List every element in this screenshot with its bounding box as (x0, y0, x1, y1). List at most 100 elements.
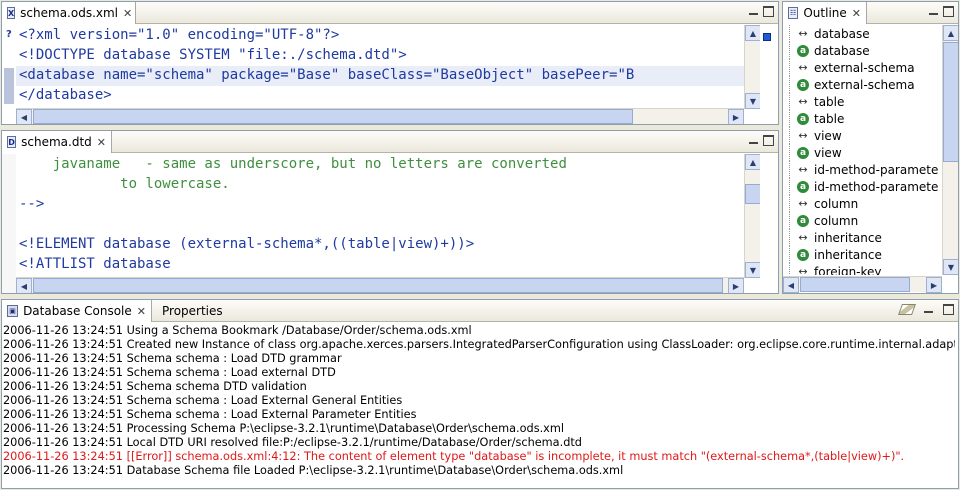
outline-item[interactable]: a column (783, 212, 940, 229)
scroll-down-arrow-icon[interactable]: ▼ (745, 93, 761, 109)
outline-item[interactable]: ↔ external-schema (783, 59, 940, 76)
console-line: 2006-11-26 13:24:51 Schema schema : Load… (3, 408, 417, 421)
clear-console-icon[interactable] (897, 304, 917, 315)
element-icon: ↔ (798, 163, 808, 176)
dtd-horizontal-scrollbar[interactable]: ◀ ▶ (16, 277, 744, 293)
tab-schema-ods-xml[interactable]: X schema.ods.xml ✕ (2, 2, 136, 24)
outline-item[interactable]: ↔ table (783, 93, 940, 110)
horizontal-scroll-thumb[interactable] (33, 109, 633, 124)
scroll-down-arrow-icon[interactable]: ▼ (745, 262, 761, 278)
close-icon[interactable]: ✕ (137, 305, 146, 318)
minimize-icon[interactable] (929, 8, 938, 15)
xml-editor-pane: X schema.ods.xml ✕ ? <?xml version="1.0"… (1, 1, 779, 125)
code-line[interactable]: <!DOCTYPE database SYSTEM "file:./schema… (19, 45, 744, 65)
console-line: 2006-11-26 13:24:51 Using a Schema Bookm… (3, 324, 472, 337)
console-line: 2006-11-26 13:24:51 Schema schema DTD va… (3, 380, 307, 393)
element-icon: ↔ (798, 27, 808, 40)
outline-item[interactable]: a table (783, 110, 940, 127)
scroll-left-arrow-icon[interactable]: ◀ (16, 109, 32, 124)
outline-horizontal-scrollbar[interactable]: ◀ ▶ (783, 276, 942, 293)
outline-item[interactable]: ↔ view (783, 127, 940, 144)
console-tabbar: ▣ Database Console ✕ Properties (2, 300, 958, 322)
attribute-icon: a (797, 146, 809, 159)
xml-vertical-scrollbar[interactable]: ▲ ▼ (744, 25, 761, 109)
scroll-right-arrow-icon[interactable]: ▶ (728, 278, 744, 293)
vertical-scroll-thumb[interactable] (745, 184, 761, 204)
window-controls (897, 304, 954, 315)
window-controls (929, 6, 954, 17)
outline-item[interactable]: a database (783, 42, 940, 59)
scroll-right-arrow-icon[interactable]: ▶ (728, 109, 744, 124)
dtd-vertical-scrollbar[interactable]: ▲ ▼ (744, 154, 761, 278)
code-line[interactable]: <database name="schema" package="Base" b… (19, 65, 744, 85)
code-line[interactable]: </database> (19, 85, 744, 105)
outline-item-label: database (814, 43, 870, 58)
tab-label: Database Console (23, 304, 132, 318)
console-line: 2006-11-26 13:24:51 Schema schema : Load… (3, 394, 403, 407)
outline-item[interactable]: a id-method-paramete (783, 178, 940, 195)
tab-properties[interactable]: Properties (157, 300, 228, 322)
outline-item[interactable]: a view (783, 144, 940, 161)
outline-item-label: inheritance (814, 247, 882, 262)
scroll-left-arrow-icon[interactable]: ◀ (783, 277, 799, 293)
dtd-editor-tabbar: D schema.dtd ✕ (2, 131, 778, 153)
outline-item-label: table (814, 94, 845, 109)
code-line[interactable]: --> (19, 194, 744, 214)
code-line[interactable]: <!ATTLIST database (19, 254, 744, 274)
outline-item[interactable]: a inheritance (783, 246, 940, 263)
scroll-up-arrow-icon[interactable]: ▲ (943, 25, 958, 41)
minimize-icon[interactable] (749, 137, 758, 144)
code-line[interactable]: to lowercase. (19, 174, 744, 194)
close-icon[interactable]: ✕ (852, 7, 861, 20)
code-line[interactable] (19, 214, 744, 234)
tab-label: schema.dtd (21, 135, 92, 149)
maximize-icon[interactable] (763, 135, 774, 146)
dtd-editor-pane: D schema.dtd ✕ javaname - same as unders… (1, 130, 779, 294)
xml-editor-tabbar: X schema.ods.xml ✕ (2, 2, 778, 24)
code-line[interactable]: javaname - same as underscore, but no le… (19, 154, 744, 174)
outline-pane: ☷ Outline ✕ ↔ database a database ↔ external-… (782, 1, 959, 294)
minimize-icon[interactable] (924, 306, 933, 313)
outline-vertical-scrollbar[interactable]: ▲ ▼ (942, 25, 958, 275)
close-icon[interactable]: ✕ (123, 7, 132, 20)
outline-item-label: database (814, 26, 870, 41)
scroll-right-arrow-icon[interactable]: ▶ (926, 277, 942, 293)
outline-item-label: inheritance (814, 230, 882, 245)
scroll-up-arrow-icon[interactable]: ▲ (745, 25, 761, 41)
console-line: 2006-11-26 13:24:51 Local DTD URI resolv… (3, 436, 582, 449)
outline-item[interactable]: ↔ foreign-key (783, 263, 940, 275)
overview-marker[interactable] (763, 33, 771, 41)
close-icon[interactable]: ✕ (97, 136, 106, 149)
xml-horizontal-scrollbar[interactable]: ◀ ▶ (16, 108, 744, 124)
outline-item[interactable]: ↔ id-method-paramete (783, 161, 940, 178)
xml-code-area[interactable]: <?xml version="1.0" encoding="UTF-8"?> <!… (19, 25, 744, 105)
element-icon: ↔ (798, 129, 808, 142)
outline-item[interactable]: ↔ column (783, 195, 940, 212)
tab-outline[interactable]: ☷ Outline ✕ (783, 2, 867, 24)
tab-schema-dtd[interactable]: D schema.dtd ✕ (2, 131, 112, 153)
attribute-icon: a (797, 248, 809, 261)
horizontal-scroll-thumb[interactable] (800, 277, 910, 292)
tab-label: schema.ods.xml (20, 6, 119, 20)
scroll-up-arrow-icon[interactable]: ▲ (745, 154, 761, 170)
vertical-scroll-thumb[interactable] (943, 42, 958, 162)
outline-item-label: table (814, 111, 845, 126)
dtd-code-area[interactable]: javaname - same as underscore, but no le… (19, 154, 744, 274)
outline-item[interactable]: ↔ database (783, 25, 940, 42)
code-line[interactable]: <?xml version="1.0" encoding="UTF-8"?> (19, 25, 744, 45)
outline-item[interactable]: ↔ inheritance (783, 229, 940, 246)
overview-ruler (760, 25, 778, 124)
maximize-icon[interactable] (943, 304, 954, 315)
maximize-icon[interactable] (763, 6, 774, 17)
maximize-icon[interactable] (943, 6, 954, 17)
scroll-left-arrow-icon[interactable]: ◀ (16, 278, 32, 293)
minimize-icon[interactable] (749, 8, 758, 15)
tab-database-console[interactable]: ▣ Database Console ✕ (2, 300, 152, 322)
outline-item[interactable]: a external-schema (783, 76, 940, 93)
code-line[interactable]: <!ELEMENT database (external-schema*,((t… (19, 234, 744, 254)
outline-item-label: column (814, 213, 859, 228)
horizontal-scroll-thumb[interactable] (33, 278, 723, 293)
outline-tree: ↔ database a database ↔ external-schema a exter… (783, 25, 940, 275)
scroll-down-arrow-icon[interactable]: ▼ (943, 259, 958, 275)
element-icon: ↔ (798, 61, 808, 74)
